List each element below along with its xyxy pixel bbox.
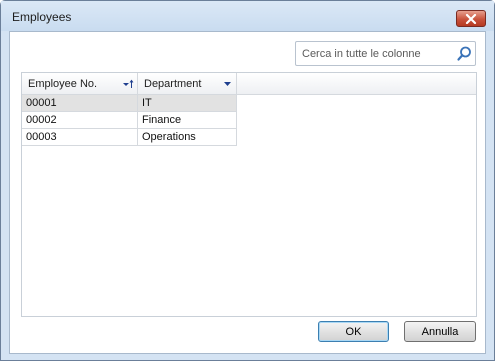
employees-dialog: Employees Employee No. — [0, 0, 495, 361]
cell-employee-no[interactable]: 00001 — [22, 95, 138, 112]
search-box[interactable] — [295, 41, 476, 66]
column-header-employee-no[interactable]: Employee No. — [22, 73, 138, 95]
close-icon — [465, 13, 477, 24]
cell-employee-no[interactable]: 00003 — [22, 129, 138, 146]
search-input[interactable] — [296, 42, 452, 65]
cancel-button[interactable]: Annulla — [404, 321, 476, 342]
dialog-body: Employee No. Department 00001 IT — [9, 31, 486, 354]
cell-employee-no[interactable]: 00002 — [22, 112, 138, 129]
ok-button[interactable]: OK — [318, 321, 389, 342]
table-row[interactable]: 00002 Finance — [22, 112, 237, 129]
column-header-filler — [237, 73, 476, 95]
cell-department[interactable]: IT — [138, 95, 237, 112]
employees-grid: Employee No. Department 00001 IT 00002 F… — [21, 72, 477, 317]
filter-dropdown-icon[interactable] — [222, 79, 234, 89]
sort-ascending-icon[interactable] — [122, 79, 134, 89]
close-button[interactable] — [456, 10, 486, 27]
title-bar[interactable]: Employees — [1, 1, 494, 31]
window-title: Employees — [12, 10, 72, 24]
table-row[interactable]: 00003 Operations — [22, 129, 237, 146]
column-header-department[interactable]: Department — [138, 73, 237, 95]
cell-department[interactable]: Operations — [138, 129, 237, 146]
cell-department[interactable]: Finance — [138, 112, 237, 129]
grid-header: Employee No. Department — [22, 73, 476, 95]
column-header-label: Employee No. — [28, 78, 98, 90]
search-icon[interactable] — [456, 45, 473, 62]
column-header-label: Department — [144, 78, 202, 90]
table-row[interactable]: 00001 IT — [22, 95, 237, 112]
